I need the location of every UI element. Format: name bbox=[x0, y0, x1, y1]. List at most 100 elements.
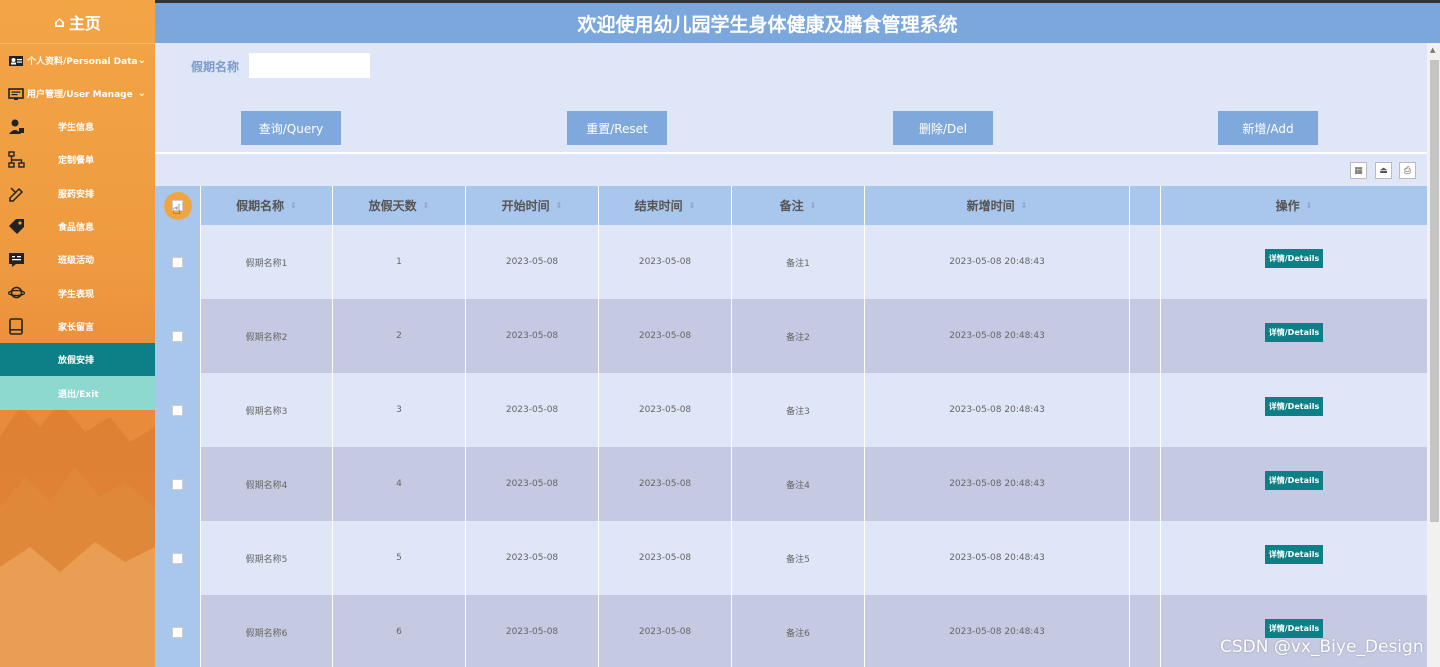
cell-days: 5 bbox=[333, 521, 466, 595]
sidebar-item-label: 定制餐单 bbox=[58, 156, 95, 167]
column-header-label: 放假天数 bbox=[368, 199, 417, 213]
sidebar-item-label: 家长留言 bbox=[58, 322, 95, 333]
column-header[interactable]: 新增时间 ⇕ bbox=[865, 186, 1130, 225]
export-icon[interactable]: ⏏ bbox=[1375, 162, 1392, 179]
table-row[interactable]: 假期名称5 5 2023-05-08 2023-05-08 备注5 2023-05-08 … bbox=[155, 521, 1427, 595]
details-button[interactable]: 详情/Details bbox=[1265, 618, 1323, 638]
sidebar-item-student-info[interactable]: 学生信息 bbox=[0, 110, 155, 143]
row-checkbox[interactable] bbox=[172, 404, 183, 416]
sidebar-group-user-manage[interactable]: 用户管理/User Manage ⌄ bbox=[0, 77, 155, 110]
details-button[interactable]: 详情/Details bbox=[1265, 248, 1323, 268]
cell-holiday-name: 假期名称1 bbox=[201, 225, 333, 299]
sort-icon: ⇕ bbox=[809, 201, 817, 210]
sidebar-home[interactable]: ⌂ 主页 bbox=[0, 0, 155, 44]
details-button[interactable]: 详情/Details bbox=[1265, 470, 1323, 490]
cell-note: 备注1 bbox=[732, 225, 865, 299]
column-header[interactable]: 假期名称 ⇕ bbox=[201, 186, 333, 225]
print-icon[interactable]: ⎙ bbox=[1399, 162, 1416, 179]
delete-button[interactable]: 删除/Del bbox=[893, 111, 993, 145]
column-header-label: 结束时间 bbox=[634, 199, 683, 213]
cell-actions: 详情/Details bbox=[1161, 521, 1427, 595]
table-row[interactable]: 假期名称1 1 2023-05-08 2023-05-08 备注1 2023-05-08 … bbox=[155, 225, 1427, 299]
column-header[interactable]: 操作 ⇕ bbox=[1161, 186, 1427, 225]
table-row[interactable]: 假期名称4 4 2023-05-08 2023-05-08 备注4 2023-05-08 … bbox=[155, 447, 1427, 521]
column-header[interactable]: 开始时间 ⇕ bbox=[466, 186, 599, 225]
cell-actions: 详情/Details bbox=[1161, 373, 1427, 447]
grid-view-icon[interactable]: ▦ bbox=[1350, 162, 1367, 179]
table-row[interactable]: 假期名称2 2 2023-05-08 2023-05-08 备注2 2023-05-08 … bbox=[155, 299, 1427, 373]
cell-end-time: 2023-05-08 bbox=[599, 447, 732, 521]
row-checkbox[interactable] bbox=[172, 626, 183, 638]
pencil-ruler-icon bbox=[8, 185, 25, 202]
row-checkbox[interactable] bbox=[172, 478, 183, 490]
sidebar-group-personal-data[interactable]: 个人资料/Personal Data ⌄ bbox=[0, 44, 155, 77]
row-checkbox[interactable] bbox=[172, 330, 183, 342]
cell-note: 备注6 bbox=[732, 595, 865, 667]
cell-start-time: 2023-05-08 bbox=[466, 595, 599, 667]
row-select-cell bbox=[155, 225, 201, 299]
details-button[interactable]: 详情/Details bbox=[1265, 544, 1323, 564]
sidebar-item-food-info[interactable]: 食品信息 bbox=[0, 210, 155, 243]
sidebar-item-label: 食品信息 bbox=[58, 223, 95, 234]
cell-days: 1 bbox=[333, 225, 466, 299]
mountain-background bbox=[0, 402, 155, 667]
planet-icon bbox=[8, 284, 25, 301]
select-all-checkbox-highlight: ☝ bbox=[163, 191, 192, 220]
cell-start-time: 2023-05-08 bbox=[466, 447, 599, 521]
cell-end-time: 2023-05-08 bbox=[599, 595, 732, 667]
user-lock-icon bbox=[8, 118, 25, 135]
table-body: 假期名称1 1 2023-05-08 2023-05-08 备注1 2023-05-08 … bbox=[155, 225, 1427, 667]
row-select-cell bbox=[155, 595, 201, 667]
table-row[interactable]: 假期名称3 3 2023-05-08 2023-05-08 备注3 2023-05-08 … bbox=[155, 373, 1427, 447]
cell-added-time: 2023-05-08 20:48:43 bbox=[865, 225, 1130, 299]
sidebar-item-performance[interactable]: 学生表现 bbox=[0, 276, 155, 309]
sidebar-item-label: 学生表现 bbox=[58, 289, 95, 300]
cell-end-time: 2023-05-08 bbox=[599, 521, 732, 595]
row-checkbox[interactable] bbox=[172, 256, 183, 268]
scroll-up-arrow-icon[interactable]: ▲ bbox=[1430, 46, 1435, 54]
column-header-label: 开始时间 bbox=[501, 199, 550, 213]
column-header-label: 备注 bbox=[779, 199, 804, 213]
sidebar-item-parent-message[interactable]: 家长留言 bbox=[0, 310, 155, 343]
details-button[interactable]: 详情/Details bbox=[1265, 322, 1323, 342]
sidebar-item-exit[interactable]: 退出/Exit bbox=[0, 376, 155, 410]
holiday-name-search-input[interactable] bbox=[249, 53, 370, 78]
sort-icon: ⇕ bbox=[1305, 201, 1313, 210]
id-card-icon bbox=[8, 53, 24, 69]
sort-icon: ⇕ bbox=[1020, 201, 1028, 210]
sidebar-item-medication[interactable]: 服药安排 bbox=[0, 177, 155, 210]
row-checkbox[interactable] bbox=[172, 552, 183, 564]
query-button[interactable]: 查询/Query bbox=[241, 111, 341, 145]
details-button[interactable]: 详情/Details bbox=[1265, 396, 1323, 416]
add-button[interactable]: 新增/Add bbox=[1218, 111, 1318, 145]
cell-empty bbox=[1130, 595, 1161, 667]
sidebar-item-class-activity[interactable]: 班级活动 bbox=[0, 243, 155, 276]
cell-end-time: 2023-05-08 bbox=[599, 225, 732, 299]
page-title: 欢迎使用幼儿园学生身体健康及膳食管理系统 bbox=[577, 13, 958, 36]
sort-icon: ⇕ bbox=[290, 201, 297, 210]
cell-start-time: 2023-05-08 bbox=[466, 521, 599, 595]
reset-button[interactable]: 重置/Reset bbox=[567, 111, 667, 145]
scrollbar-thumb[interactable] bbox=[1430, 60, 1439, 522]
cell-note: 备注5 bbox=[732, 521, 865, 595]
sitemap-icon bbox=[8, 151, 25, 168]
cell-actions: 详情/Details bbox=[1161, 447, 1427, 521]
book-icon bbox=[8, 317, 25, 335]
sidebar-group-label: 个人资料/Personal Data bbox=[27, 57, 138, 67]
column-header[interactable]: 结束时间 ⇕ bbox=[599, 186, 732, 225]
sort-icon: ⇕ bbox=[688, 201, 696, 210]
cell-days: 4 bbox=[333, 447, 466, 521]
sidebar-item-holiday[interactable]: 放假安排 bbox=[0, 343, 155, 377]
table-header-row: ☝ 假期名称 ⇕ 放假天数 ⇕ 开始时间 ⇕ 结束时间 ⇕ 备注 ⇕ 新增时间 ⇕ 操作 ⇕ bbox=[155, 186, 1427, 225]
sidebar-item-label: 放假安排 bbox=[58, 356, 95, 367]
sidebar-item-label: 班级活动 bbox=[58, 256, 95, 267]
holiday-table: ☝ 假期名称 ⇕ 放假天数 ⇕ 开始时间 ⇕ 结束时间 ⇕ 备注 ⇕ 新增时间 ⇕ 操作 ⇕ … bbox=[155, 186, 1427, 667]
cell-holiday-name: 假期名称6 bbox=[201, 595, 333, 667]
cell-holiday-name: 假期名称5 bbox=[201, 521, 333, 595]
column-header[interactable]: 放假天数 ⇕ bbox=[333, 186, 466, 225]
chevron-down-icon: ⌄ bbox=[137, 88, 146, 99]
column-header[interactable]: 备注 ⇕ bbox=[732, 186, 865, 225]
chevron-down-icon: ⌄ bbox=[137, 55, 146, 66]
sidebar-item-custom-menu[interactable]: 定制餐单 bbox=[0, 143, 155, 176]
search-label: 假期名称 bbox=[191, 60, 240, 74]
